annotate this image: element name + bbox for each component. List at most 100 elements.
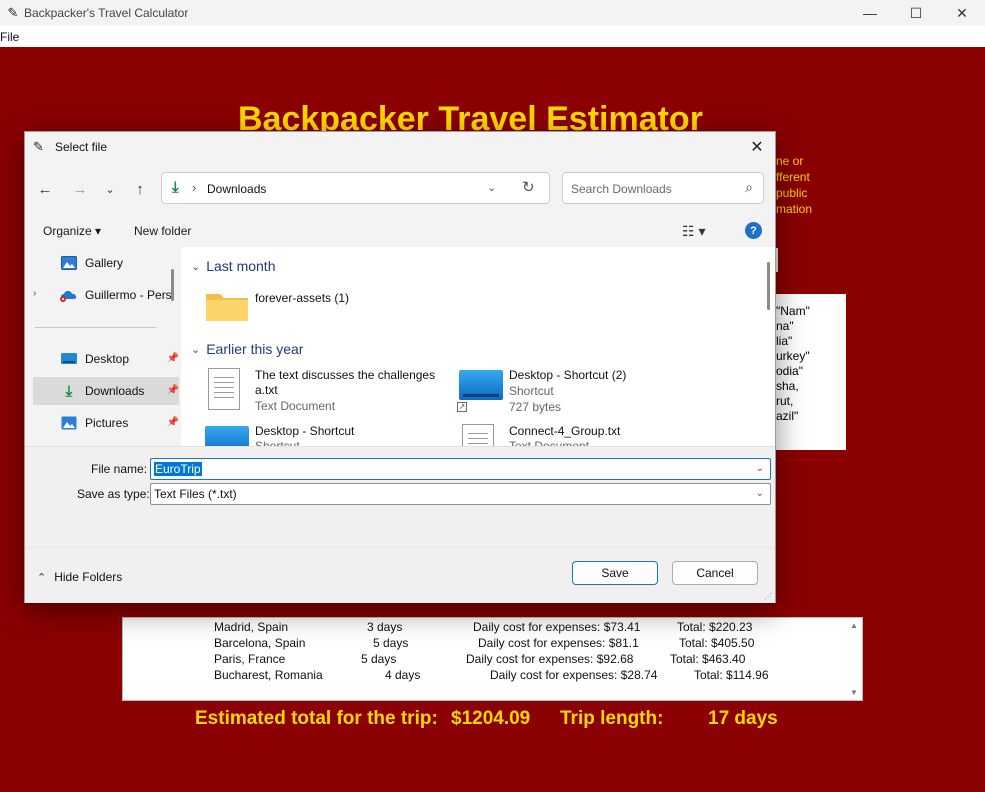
resize-grip-icon[interactable]: ⋰ xyxy=(764,592,772,601)
breadcrumb-location[interactable]: Downloads xyxy=(207,182,266,196)
input-field-fragment[interactable] xyxy=(776,248,778,272)
view-options-icon[interactable]: ☷ ▾ xyxy=(682,223,705,240)
help-icon[interactable]: ? xyxy=(745,222,762,239)
scrollbar[interactable] xyxy=(171,269,174,301)
file-name: Desktop - Shortcut xyxy=(255,424,355,438)
itinerary-daily-cost: Daily cost for expenses: $73.41 xyxy=(473,620,641,634)
list-item[interactable]: sha, xyxy=(776,379,846,394)
itinerary-total: Total: $405.50 xyxy=(679,636,755,650)
new-folder-button[interactable]: New folder xyxy=(134,224,191,238)
back-arrow-icon[interactable]: ← xyxy=(34,179,56,199)
description-line: ne or xyxy=(776,154,804,168)
pin-icon[interactable]: 📌 xyxy=(167,353,179,364)
sidebar-item-desktop[interactable]: Desktop 📌 xyxy=(33,345,179,373)
file-item[interactable]: forever-assets (1) xyxy=(203,290,403,334)
select-file-dialog: ✎ Select file ✕ ← → ⌄ ↑ ⤓ › Downloads ⌄ … xyxy=(24,131,776,603)
app-titlebar: ✎ Backpacker's Travel Calculator — ☐ ✕ xyxy=(0,0,985,26)
save-button[interactable]: Save xyxy=(572,561,658,585)
download-icon: ⤓ xyxy=(172,179,179,196)
desktop-shortcut-icon xyxy=(459,370,503,400)
cancel-button[interactable]: Cancel xyxy=(672,561,758,585)
file-name-line: a.txt xyxy=(255,383,278,397)
hide-folders-label: Hide Folders xyxy=(54,570,123,584)
group-header-earlier-this-year[interactable]: ⌄ Earlier this year xyxy=(191,341,303,357)
search-input[interactable]: Search Downloads ⌕ xyxy=(562,172,764,204)
group-header-last-month[interactable]: ⌄ Last month xyxy=(191,258,275,274)
close-icon[interactable]: ✕ xyxy=(745,136,769,158)
onedrive-icon xyxy=(59,287,79,303)
navigation-bar: ← → ⌄ ↑ ⤓ › Downloads ⌄ ↻ Search Downloa… xyxy=(25,171,775,207)
chevron-down-icon[interactable]: ⌄ xyxy=(756,488,764,499)
close-button[interactable]: ✕ xyxy=(939,0,985,26)
country-list[interactable]: "Nam" na" lia" urkey" odia" sha, rut, az… xyxy=(776,294,846,450)
feather-icon: ✎ xyxy=(33,138,44,154)
chevron-down-icon[interactable]: ⌄ xyxy=(191,343,200,356)
save-type-value: Text Files (*.txt) xyxy=(154,487,237,501)
text-document-icon xyxy=(462,424,494,446)
scroll-down-icon[interactable]: ▼ xyxy=(850,688,858,697)
sidebar-item-gallery[interactable]: Gallery xyxy=(33,249,179,277)
scrollbar[interactable]: ▲ ▼ xyxy=(848,618,862,700)
itinerary-list[interactable]: Madrid, Spain 3 days Daily cost for expe… xyxy=(122,617,863,701)
menu-file[interactable]: File xyxy=(0,30,21,44)
pin-icon[interactable]: 📌 xyxy=(167,385,179,396)
itinerary-city: Paris, France xyxy=(214,652,286,666)
sidebar-item-downloads[interactable]: ⤓ Downloads 📌 xyxy=(33,377,179,405)
description-line: fferent xyxy=(776,170,810,184)
trip-length-value: 17 days xyxy=(708,708,778,729)
recent-locations-chevron-icon[interactable]: ⌄ xyxy=(99,179,121,199)
chevron-down-icon[interactable]: ⌄ xyxy=(487,181,496,194)
file-type: Shortcut xyxy=(509,384,554,398)
refresh-icon[interactable]: ↻ xyxy=(522,178,535,196)
itinerary-days: 3 days xyxy=(367,620,403,634)
up-arrow-icon[interactable]: ↑ xyxy=(129,179,151,199)
itinerary-daily-cost: Daily cost for expenses: $81.1 xyxy=(478,636,639,650)
text-document-icon xyxy=(208,368,240,410)
list-item[interactable]: lia" xyxy=(776,334,846,349)
file-type: Text Document xyxy=(509,439,590,446)
sidebar-item-pictures[interactable]: Pictures 📌 xyxy=(33,409,179,437)
dialog-bottom-panel: File name: EuroTrip ⌄ Save as type: Text… xyxy=(25,446,775,603)
app-description: ne or fferent public mation xyxy=(776,153,812,217)
list-item[interactable]: rut, xyxy=(776,394,846,409)
file-name-field[interactable]: EuroTrip ⌄ xyxy=(150,458,771,480)
chevron-down-icon[interactable]: ⌄ xyxy=(191,260,200,273)
file-item[interactable]: The text discusses the challenges a.txt … xyxy=(203,368,443,413)
divider xyxy=(35,327,156,328)
download-icon: ⤓ xyxy=(65,382,73,400)
desktop-icon xyxy=(59,351,79,367)
forward-arrow-icon[interactable]: → xyxy=(69,179,91,199)
list-item[interactable]: azil" xyxy=(776,409,846,424)
scroll-up-icon[interactable]: ▲ xyxy=(850,621,858,630)
file-item[interactable]: Connect-4_Group.txt Text Document xyxy=(457,424,677,446)
list-item[interactable]: na" xyxy=(776,319,846,334)
file-type: Shortcut xyxy=(255,439,300,446)
address-bar[interactable]: ⤓ › Downloads ⌄ ↻ xyxy=(161,172,550,204)
list-item[interactable]: odia" xyxy=(776,364,846,379)
group-label: Earlier this year xyxy=(206,341,304,357)
pin-icon[interactable]: 📌 xyxy=(167,417,179,428)
file-name-line: The text discusses the challenges xyxy=(255,368,436,382)
save-type-select[interactable]: Text Files (*.txt) ⌄ xyxy=(150,483,771,505)
sidebar-item-onedrive[interactable]: › Guillermo - Pers xyxy=(33,281,179,309)
hide-folders-button[interactable]: ⌃ Hide Folders xyxy=(37,570,122,584)
file-name-value[interactable]: EuroTrip xyxy=(154,462,202,476)
chevron-right-icon[interactable]: › xyxy=(33,288,36,299)
organize-button[interactable]: Organize ▾ xyxy=(43,224,101,238)
scrollbar[interactable] xyxy=(767,262,770,310)
minimize-button[interactable]: — xyxy=(847,0,893,26)
trip-total-label: Estimated total for the trip: xyxy=(195,708,438,729)
list-item[interactable]: urkey" xyxy=(776,349,846,364)
sidebar-item-label: Downloads xyxy=(85,384,145,398)
file-type: Text Document xyxy=(255,399,336,413)
file-item[interactable]: ↗ Desktop - Shortcut (2) Shortcut 727 by… xyxy=(457,368,677,414)
shortcut-arrow-icon: ↗ xyxy=(457,402,467,412)
file-name: Desktop - Shortcut (2) xyxy=(509,368,627,382)
maximize-button[interactable]: ☐ xyxy=(893,0,939,26)
chevron-down-icon[interactable]: ⌄ xyxy=(756,463,764,474)
list-item[interactable]: "Nam" xyxy=(776,304,846,319)
window-controls: — ☐ ✕ xyxy=(847,0,985,26)
dialog-titlebar: ✎ Select file ✕ xyxy=(25,132,775,161)
file-item[interactable]: Desktop - Shortcut Shortcut xyxy=(203,424,423,446)
itinerary-city: Madrid, Spain xyxy=(214,620,289,634)
